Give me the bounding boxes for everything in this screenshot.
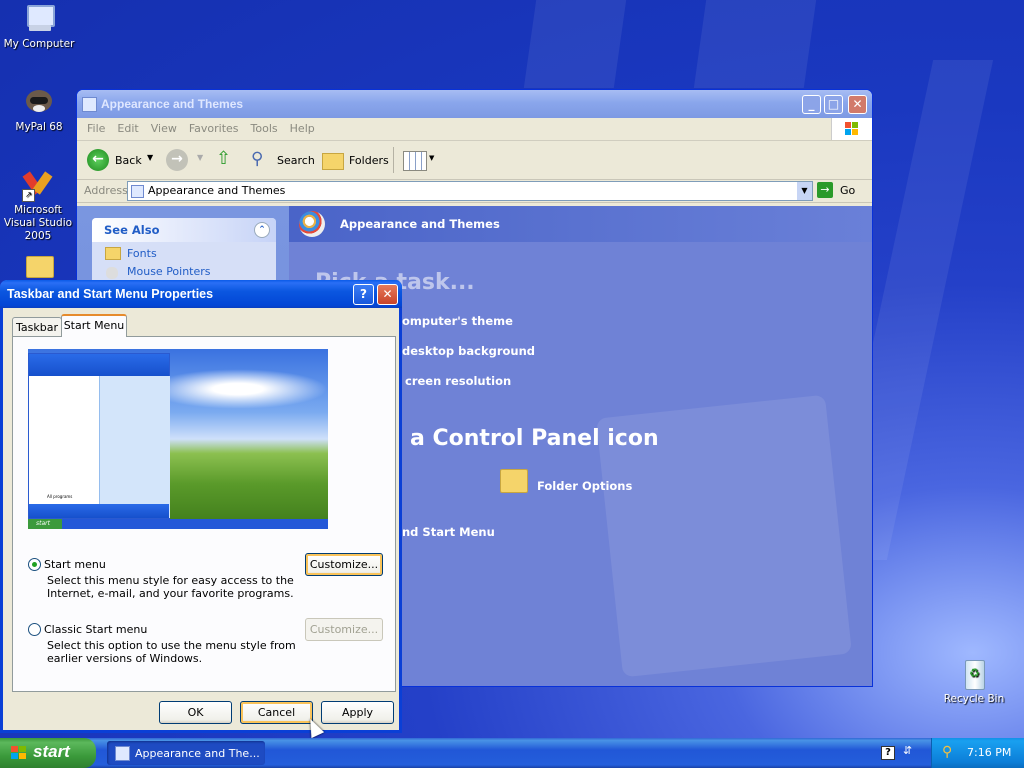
dialog-titlebar[interactable]: Taskbar and Start Menu Properties ? ✕ — [0, 280, 402, 308]
desktop-icon-label: MyPal 68 — [15, 121, 63, 133]
windows-logo-icon — [831, 118, 872, 140]
help-button[interactable]: ? — [353, 284, 374, 305]
see-also-header[interactable]: See Also ⌃ — [92, 218, 276, 242]
address-input[interactable]: Appearance and Themes ▼ — [127, 181, 813, 201]
desktop-icon-label: Microsoft Visual Studio 2005 — [3, 204, 73, 242]
dialog-close-button[interactable]: ✕ — [377, 284, 398, 305]
start-menu-description: Select this menu style for easy access t… — [47, 574, 294, 587]
see-also-item-fonts[interactable]: Fonts — [92, 242, 276, 262]
menu-favorites[interactable]: Favorites — [183, 118, 245, 139]
collapse-icon[interactable]: ⌃ — [254, 222, 270, 238]
start-menu-description: Internet, e-mail, and your favorite prog… — [47, 587, 294, 600]
task-link[interactable]: creen resolution — [405, 374, 511, 388]
chevron-down-icon[interactable]: ▼ — [197, 153, 203, 162]
tab-start-menu[interactable]: Start Menu — [61, 314, 127, 337]
close-button[interactable]: ✕ — [848, 95, 867, 114]
fonts-folder-icon — [105, 247, 121, 260]
start-button[interactable]: start — [0, 738, 96, 768]
control-panel-icon — [131, 185, 144, 198]
customize-classic-button[interactable]: Customize... — [305, 618, 383, 641]
help-tray-icon[interactable]: ? — [881, 746, 895, 760]
windows-flag-icon — [11, 746, 27, 760]
search-icon: ⚲ — [251, 149, 264, 169]
folder-icon — [322, 153, 344, 170]
go-arrow-icon[interactable]: → — [817, 182, 833, 198]
desktop-icon-recycle-bin[interactable]: ♻ Recycle Bin — [934, 658, 1014, 706]
toolbar-separator — [393, 147, 394, 173]
classic-start-menu-description: earlier versions of Windows. — [47, 652, 203, 665]
menu-bar: File Edit View Favorites Tools Help — [77, 118, 872, 141]
see-also-item-mouse-pointers[interactable]: Mouse Pointers — [92, 262, 276, 282]
chevron-down-icon[interactable]: ▼ — [797, 182, 812, 200]
go-button[interactable]: Go — [840, 184, 855, 197]
minimize-button[interactable]: _ — [802, 95, 821, 114]
classic-start-menu-description: Select this option to use the menu style… — [47, 639, 296, 652]
desktop-icon-label: My Computer — [3, 38, 75, 50]
control-panel-icon — [115, 746, 130, 761]
address-label: Address — [84, 184, 128, 197]
mouse-icon — [106, 267, 118, 279]
ok-button[interactable]: OK — [159, 701, 232, 724]
tab-taskbar[interactable]: Taskbar — [12, 317, 62, 337]
visual-studio-icon: ↗ — [22, 169, 54, 202]
menu-edit[interactable]: Edit — [111, 118, 144, 139]
folders-button[interactable]: Folders — [322, 149, 389, 173]
cancel-button[interactable]: Cancel — [240, 701, 313, 724]
preview-start-menu: All programs — [28, 353, 170, 519]
address-bar: Address Appearance and Themes ▼ → Go — [77, 180, 872, 203]
taskbar-item-appearance-themes[interactable]: Appearance and The... — [107, 741, 265, 765]
apply-button[interactable]: Apply — [321, 701, 394, 724]
menu-view[interactable]: View — [145, 118, 183, 139]
customize-start-menu-button[interactable]: Customize... — [305, 553, 383, 576]
chevron-down-icon[interactable]: ▼ — [429, 154, 434, 162]
appearance-themes-icon — [299, 211, 325, 237]
window-title: Appearance and Themes — [101, 97, 244, 111]
search-button[interactable]: ⚲ Search — [251, 149, 315, 173]
task-link[interactable]: omputer's theme — [402, 314, 513, 328]
dialog-title: Taskbar and Start Menu Properties — [7, 287, 214, 301]
raccoon-icon — [23, 86, 55, 118]
content-header: Appearance and Themes — [289, 206, 872, 242]
task-link[interactable]: desktop background — [402, 344, 535, 358]
back-arrow-icon: ← — [87, 149, 109, 171]
pick-icon-heading: a Control Panel icon — [410, 426, 659, 451]
start-menu-tab-panel: All programs start Start menu Select thi… — [12, 336, 396, 692]
network-tray-icon[interactable]: ⇵ — [903, 744, 912, 757]
start-menu-radio[interactable] — [28, 558, 41, 571]
up-folder-button[interactable]: ⇧ — [216, 149, 236, 171]
menu-tools[interactable]: Tools — [245, 118, 284, 139]
taskbar-start-menu-link[interactable]: nd Start Menu — [402, 525, 495, 539]
recycle-bin-icon: ♻ — [958, 658, 990, 690]
system-tray: ⚲ 7:16 PM — [931, 738, 1024, 768]
desktop-icon-mypal[interactable]: MyPal 68 — [0, 86, 79, 134]
control-panel-icon — [82, 97, 97, 112]
classic-start-menu-option-label[interactable]: Classic Start menu — [44, 623, 147, 636]
clock[interactable]: 7:16 PM — [967, 746, 1011, 759]
folder-icon — [23, 250, 55, 282]
computer-icon — [23, 3, 55, 35]
chevron-down-icon[interactable]: ▼ — [147, 153, 153, 162]
desktop-icon-my-computer[interactable]: My Computer — [0, 3, 79, 51]
folder-options-icon[interactable] — [500, 469, 528, 493]
maximize-button[interactable]: □ — [824, 95, 843, 114]
taskbar: start Appearance and The... ? ⇵ ⚲ 7:16 P… — [0, 738, 1024, 768]
forward-button[interactable]: → — [166, 149, 188, 171]
explorer-titlebar[interactable]: Appearance and Themes _ □ ✕ — [77, 90, 872, 118]
views-button[interactable] — [403, 151, 427, 171]
desktop-icon-visual-studio[interactable]: ↗ Microsoft Visual Studio 2005 — [0, 169, 78, 243]
menu-file[interactable]: File — [81, 118, 111, 139]
toolbar: ← Back ▼ → ▼ ⇧ ⚲ Search Folders ▼ — [77, 141, 872, 180]
start-menu-preview-image: All programs start — [28, 349, 328, 529]
see-also-panel: See Also ⌃ Fonts Mouse Pointers — [92, 218, 276, 282]
menu-help[interactable]: Help — [284, 118, 321, 139]
desktop-icon-label: Recycle Bin — [943, 693, 1005, 705]
preview-taskbar: start — [28, 519, 328, 529]
start-menu-option-label[interactable]: Start menu — [44, 558, 106, 571]
taskbar-properties-dialog[interactable]: Taskbar and Start Menu Properties ? ✕ Ta… — [0, 280, 402, 733]
search-tray-icon[interactable]: ⚲ — [942, 744, 952, 760]
classic-start-menu-radio[interactable] — [28, 623, 41, 636]
folder-options-link[interactable]: Folder Options — [537, 479, 632, 493]
